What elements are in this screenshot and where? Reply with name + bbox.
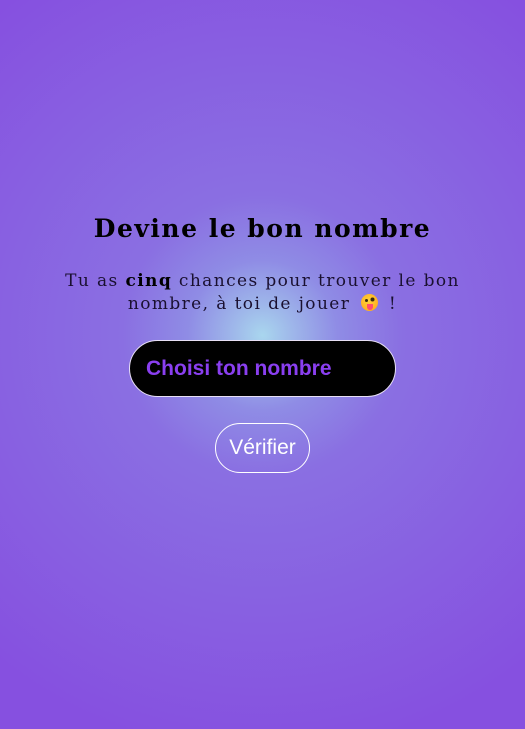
game-container: Devine le bon nombre Tu as cinq chances … (0, 212, 525, 473)
instructions-text: Tu as cinq chances pour trouver le bon n… (53, 270, 473, 316)
instructions-middle: chances pour trouver le bon nombre, à to… (127, 271, 460, 314)
face-with-tongue-icon (361, 294, 379, 311)
chances-count: cinq (125, 271, 173, 291)
verify-button[interactable]: Vérifier (215, 423, 310, 473)
guess-number-input[interactable] (129, 340, 396, 397)
instructions-prefix: Tu as (65, 271, 126, 291)
instructions-suffix: ! (382, 294, 398, 314)
page-title: Devine le bon nombre (93, 214, 432, 243)
